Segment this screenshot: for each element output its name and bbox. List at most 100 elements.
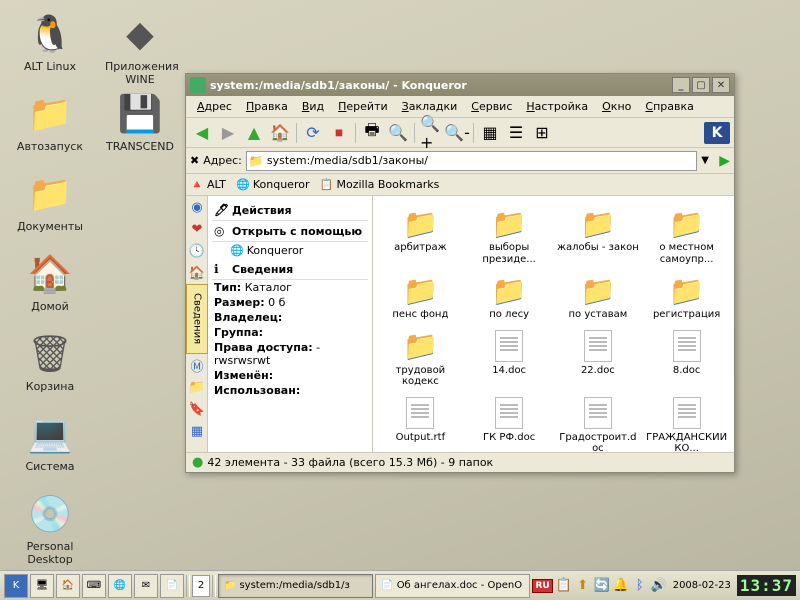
bookmark-item[interactable]: 🔺ALT (190, 178, 226, 192)
menu-item[interactable]: Справка (638, 98, 700, 115)
file-view[interactable]: 📁арбитраж📁выборы президе...📁жалобы - зак… (373, 196, 734, 452)
folder-icon: 📁 (249, 154, 264, 168)
open-with-konqueror[interactable]: 🌐Konqueror (212, 242, 368, 259)
quick-browser[interactable]: 🌐 (108, 574, 132, 598)
side-panel: 🖊Действия ◎Открыть c помощью 🌐Konqueror … (208, 196, 373, 452)
go-button[interactable]: ▶ (719, 153, 730, 169)
tray-updates-icon[interactable]: ⬆ (575, 578, 591, 594)
file-item[interactable]: ГК РФ.doc (466, 394, 553, 453)
open-with-header: ◎Открыть c помощью (212, 221, 368, 242)
tray-clipboard-icon[interactable]: 📋 (556, 578, 572, 594)
menu-item[interactable]: Правка (239, 98, 295, 115)
up-button[interactable]: ▲ (242, 121, 266, 145)
folder-item[interactable]: 📁по уставам (555, 271, 642, 323)
back-button[interactable]: ◀ (190, 121, 214, 145)
menu-item[interactable]: Окно (595, 98, 638, 115)
clock-date[interactable]: 2008-02-23 (670, 580, 734, 591)
file-item[interactable]: ГРАЖДАНСКИЙ КО... (643, 394, 730, 453)
close-button[interactable]: ✕ (712, 77, 730, 93)
clock-time[interactable]: 13:37 (737, 575, 796, 596)
folder-item[interactable]: 📁пенс фонд (377, 271, 464, 323)
file-item[interactable]: Output.rtf (377, 394, 464, 453)
folder-item[interactable]: 📁жалобы - закон (555, 204, 642, 267)
desktop-icon[interactable]: 🏠Домой (15, 250, 85, 313)
tab-history[interactable]: 🕓 (186, 240, 208, 262)
actions-header: 🖊Действия (212, 200, 368, 221)
menu-item[interactable]: Закладки (395, 98, 465, 115)
folder-item[interactable]: 📁регистрация (643, 271, 730, 323)
tab-home[interactable]: 🏠 (186, 262, 208, 284)
menu-item[interactable]: Настройка (519, 98, 595, 115)
menu-item[interactable]: Сервис (464, 98, 519, 115)
desktop-icon[interactable]: 💿Personal Desktop (15, 490, 85, 566)
desktop-icon[interactable]: 💾TRANSCEND (105, 90, 175, 153)
tab-network[interactable]: Ⓜ (186, 354, 208, 376)
tray-bell-icon[interactable]: 🔔 (613, 578, 629, 594)
quick-office[interactable]: 📄 (160, 574, 184, 598)
tab-media[interactable]: ▦ (186, 420, 208, 442)
desktop-icon[interactable]: ◆Приложения WINE (105, 10, 175, 86)
folder-item[interactable]: 📁по лесу (466, 271, 553, 323)
find-button[interactable]: 🔍 (386, 121, 410, 145)
tray-volume-icon[interactable]: 🔊 (651, 578, 667, 594)
desktop-icon[interactable]: 📁Автозапуск (15, 90, 85, 153)
quick-terminal[interactable]: ⌨ (82, 574, 106, 598)
desktop-icon[interactable]: 🐧ALT Linux (15, 10, 85, 73)
quick-mail[interactable]: ✉ (134, 574, 158, 598)
desktop-icon[interactable]: 🗑Корзина (15, 330, 85, 393)
maximize-button[interactable]: ▢ (692, 77, 710, 93)
home-button[interactable]: 🏠 (268, 121, 292, 145)
desktop-icon[interactable]: 📁Документы (15, 170, 85, 233)
kmenu-button[interactable]: K (4, 574, 28, 598)
info-row: Размер: 0 б (212, 295, 368, 310)
tab-info[interactable]: Сведения (186, 284, 208, 354)
info-row: Владелец: (212, 310, 368, 325)
taskbar: K 🖥 🏠 ⌨ 🌐 ✉ 📄 2 📁system:/media/sdb1/з📄Об… (0, 570, 800, 600)
reload-button[interactable]: ⟳ (301, 121, 325, 145)
menu-item[interactable]: Вид (295, 98, 331, 115)
file-item[interactable]: 14.doc (466, 327, 553, 390)
titlebar[interactable]: system:/media/sdb1/законы/ - Konqueror _… (186, 74, 734, 96)
desktop-icon[interactable]: 💻Система (15, 410, 85, 473)
tree-view-button[interactable]: ⊞ (530, 121, 554, 145)
list-view-button[interactable]: ☰ (504, 121, 528, 145)
keyboard-layout[interactable]: RU (532, 579, 552, 593)
pager[interactable]: 2 (192, 575, 210, 597)
folder-item[interactable]: 📁выборы президе... (466, 204, 553, 267)
quick-home[interactable]: 🏠 (56, 574, 80, 598)
menu-item[interactable]: Адрес (190, 98, 239, 115)
tray-bluetooth-icon[interactable]: ᛒ (632, 578, 648, 594)
zoom-out-button[interactable]: 🔍- (445, 121, 469, 145)
file-item[interactable]: Градостроит.doc (555, 394, 642, 453)
folder-item[interactable]: 📁арбитраж (377, 204, 464, 267)
file-item[interactable]: 8.doc (643, 327, 730, 390)
tab-favorites[interactable]: ❤ (186, 218, 208, 240)
taskbar-task[interactable]: 📁system:/media/sdb1/з (218, 574, 373, 598)
taskbar-task[interactable]: 📄Об ангелах.doc - OpenO (375, 574, 530, 598)
status-icon: ● (192, 455, 203, 470)
tab-bookmarks2[interactable]: 🔖 (186, 398, 208, 420)
tray-sync-icon[interactable]: 🔄 (594, 578, 610, 594)
address-input[interactable] (246, 151, 697, 171)
menu-item[interactable]: Перейти (331, 98, 395, 115)
bookmark-item[interactable]: 📋Mozilla Bookmarks (319, 178, 439, 192)
file-item[interactable]: 22.doc (555, 327, 642, 390)
clear-address-button[interactable]: ✖ (190, 154, 199, 167)
minimize-button[interactable]: _ (672, 77, 690, 93)
folder-item[interactable]: 📁трудовой кодекс (377, 327, 464, 390)
address-dropdown[interactable]: ▼ (701, 155, 715, 166)
print-button[interactable]: 🖶 (360, 121, 384, 145)
forward-button[interactable]: ▶ (216, 121, 240, 145)
folder-item[interactable]: 📁о местном самоупр... (643, 204, 730, 267)
icon-view-button[interactable]: ▦ (478, 121, 502, 145)
bookmark-item[interactable]: 🌐Konqueror (236, 178, 310, 192)
tab-services[interactable]: ◉ (186, 196, 208, 218)
bookmarks-bar: 🔺ALT 🌐Konqueror 📋Mozilla Bookmarks (186, 174, 734, 196)
menubar: АдресПравкаВидПерейтиЗакладкиСервисНастр… (186, 96, 734, 118)
stop-button[interactable]: ⏹ (327, 121, 351, 145)
tab-root[interactable]: 📁 (186, 376, 208, 398)
zoom-in-button[interactable]: 🔍+ (419, 121, 443, 145)
address-label: Адрес: (203, 154, 242, 167)
show-desktop-button[interactable]: 🖥 (30, 574, 54, 598)
toolbar: ◀ ▶ ▲ 🏠 ⟳ ⏹ 🖶 🔍 🔍+ 🔍- ▦ ☰ ⊞ K (186, 118, 734, 148)
